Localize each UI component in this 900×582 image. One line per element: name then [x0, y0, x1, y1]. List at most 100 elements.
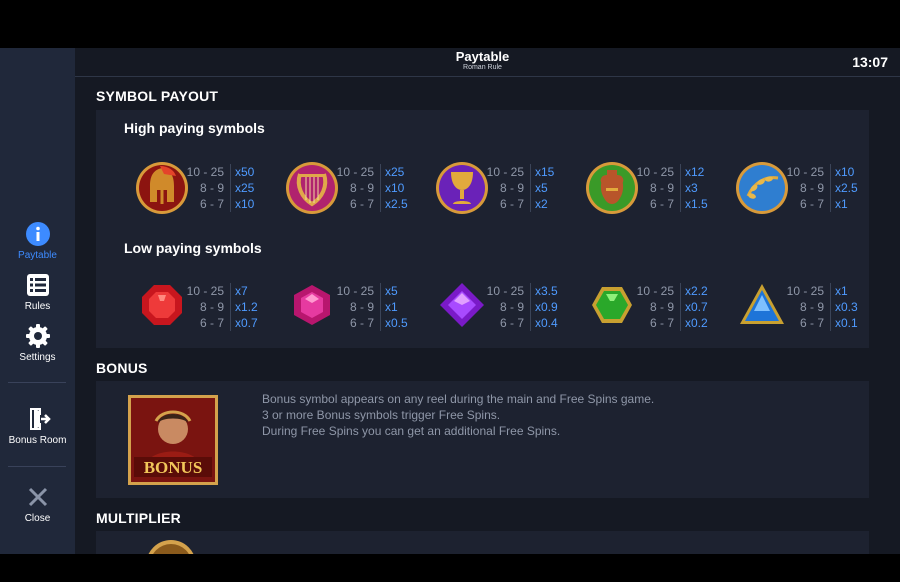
sidebar-divider [8, 466, 66, 467]
payout-multiplier: x1 [835, 284, 848, 298]
symbol-count: 8 - 9 [349, 300, 374, 314]
payout-multiplier: x1 [385, 300, 398, 314]
payout-multiplier: x0.1 [835, 316, 858, 330]
payout-multiplier: x5 [535, 181, 548, 195]
symbol-count: 6 - 7 [499, 316, 524, 330]
symbol-green-gem: 10 - 25 8 - 9 6 - 7 x2.2 x0.7 x0.2 [584, 279, 724, 333]
payout-multiplier: x1.2 [235, 300, 258, 314]
payout-multiplier: x0.7 [235, 316, 258, 330]
sidebar-item-label: Close [24, 513, 51, 524]
symbol-count: 10 - 25 [636, 165, 674, 179]
payout-divider [530, 164, 531, 212]
symbol-count: 8 - 9 [349, 181, 374, 195]
symbol-blue-gem: 10 - 25 8 - 9 6 - 7 x1 x0.3 x0.1 [734, 279, 874, 333]
symbol-payout-panel: High paying symbols 10 - 25 8 - 9 6 - 7 … [96, 110, 869, 348]
bonus-panel: BONUS Bonus symbol appears on any reel d… [96, 381, 869, 498]
symbol-count: 8 - 9 [799, 300, 824, 314]
top-bar: Paytable Roman Rule 13:07 [75, 48, 900, 77]
multiplier-coin-icon [148, 540, 194, 554]
high-paying-title: High paying symbols [124, 120, 265, 136]
symbol-chalice: 10 - 25 8 - 9 6 - 7 x15 x5 x2 [434, 160, 574, 214]
symbol-count: 10 - 25 [186, 284, 224, 298]
payout-multiplier: x1.5 [685, 197, 708, 211]
section-title-multiplier: MULTIPLIER [96, 510, 181, 526]
bonus-description-line: During Free Spins you can get an additio… [262, 424, 561, 438]
payout-divider [380, 164, 381, 212]
exit-door-icon [29, 408, 51, 430]
amphora-vase-icon [586, 162, 638, 214]
sidebar-item-settings[interactable]: Settings [0, 323, 75, 363]
payout-divider [380, 283, 381, 331]
symbol-count: 6 - 7 [649, 197, 674, 211]
payout-multiplier: x10 [385, 181, 405, 195]
symbol-count: 8 - 9 [649, 300, 674, 314]
symbol-count: 10 - 25 [786, 165, 824, 179]
symbol-count: 8 - 9 [199, 300, 224, 314]
close-icon [28, 487, 47, 507]
laurel-wreath-icon [736, 162, 788, 214]
symbol-count: 10 - 25 [336, 165, 374, 179]
payout-multiplier: x0.5 [385, 316, 408, 330]
list-icon [26, 274, 49, 296]
payout-multiplier: x2.5 [835, 181, 858, 195]
blue-triangle-gem-icon [740, 284, 784, 324]
lyre-harp-icon [286, 162, 338, 214]
payout-divider [230, 164, 231, 212]
sidebar-item-bonus-room[interactable]: Bonus Room [0, 406, 75, 446]
payout-divider [680, 283, 681, 331]
symbol-red-gem: 10 - 25 8 - 9 6 - 7 x7 x1.2 x0.7 [134, 279, 274, 333]
clock: 13:07 [852, 54, 888, 70]
symbol-count: 8 - 9 [199, 181, 224, 195]
payout-multiplier: x10 [235, 197, 255, 211]
payout-multiplier: x3 [685, 181, 698, 195]
symbol-count: 6 - 7 [799, 197, 824, 211]
payout-multiplier: x50 [235, 165, 255, 179]
symbol-lyre: 10 - 25 8 - 9 6 - 7 x25 x10 x2.5 [284, 160, 424, 214]
sidebar-item-close[interactable]: Close [0, 484, 75, 524]
payout-multiplier: x7 [235, 284, 248, 298]
payout-divider [830, 164, 831, 212]
payout-multiplier: x0.2 [685, 316, 708, 330]
symbol-count: 8 - 9 [799, 181, 824, 195]
symbol-count: 10 - 25 [486, 284, 524, 298]
symbol-amphora: 10 - 25 8 - 9 6 - 7 x12 x3 x1.5 [584, 160, 724, 214]
payout-multiplier: x25 [385, 165, 405, 179]
symbol-count: 6 - 7 [199, 316, 224, 330]
sidebar-item-label: Rules [24, 301, 51, 312]
symbol-count: 10 - 25 [786, 284, 824, 298]
spartan-helmet-icon [136, 162, 188, 214]
bonus-symbol-label: BONUS [144, 458, 203, 477]
symbol-count: 10 - 25 [336, 284, 374, 298]
sidebar-item-paytable[interactable]: Paytable [0, 221, 75, 261]
section-title-bonus: BONUS [96, 360, 148, 376]
bonus-description-line: Bonus symbol appears on any reel during … [262, 392, 655, 406]
symbol-purple-gem: 10 - 25 8 - 9 6 - 7 x3.5 x0.9 x0.4 [434, 279, 574, 333]
payout-divider [530, 283, 531, 331]
payout-divider [680, 164, 681, 212]
gear-icon [25, 324, 50, 348]
symbol-spartan-helmet: 10 - 25 8 - 9 6 - 7 x50 x25 x10 [134, 160, 274, 214]
sidebar-item-rules[interactable]: Rules [0, 272, 75, 312]
symbol-count: 10 - 25 [186, 165, 224, 179]
bonus-symbol-icon: BONUS [128, 395, 218, 485]
payout-multiplier: x5 [385, 284, 398, 298]
symbol-count: 6 - 7 [799, 316, 824, 330]
payout-multiplier: x0.9 [535, 300, 558, 314]
symbol-pink-gem: 10 - 25 8 - 9 6 - 7 x5 x1 x0.5 [284, 279, 424, 333]
purple-gem-icon [440, 283, 484, 327]
payout-divider [830, 283, 831, 331]
payout-multiplier: x2 [535, 197, 548, 211]
symbol-count: 10 - 25 [636, 284, 674, 298]
symbol-count: 8 - 9 [499, 300, 524, 314]
section-title-symbol-payout: SYMBOL PAYOUT [96, 88, 219, 104]
paytable-screen: Paytable Rules Settings Bonus Room Close… [0, 48, 900, 554]
payout-multiplier: x0.4 [535, 316, 558, 330]
payout-multiplier: x0.3 [835, 300, 858, 314]
payout-multiplier: x15 [535, 165, 555, 179]
symbol-count: 6 - 7 [499, 197, 524, 211]
low-paying-title: Low paying symbols [124, 240, 262, 256]
payout-multiplier: x0.7 [685, 300, 708, 314]
multiplier-panel [96, 531, 869, 554]
payout-multiplier: x2.5 [385, 197, 408, 211]
sidebar-item-label: Paytable [18, 250, 57, 261]
